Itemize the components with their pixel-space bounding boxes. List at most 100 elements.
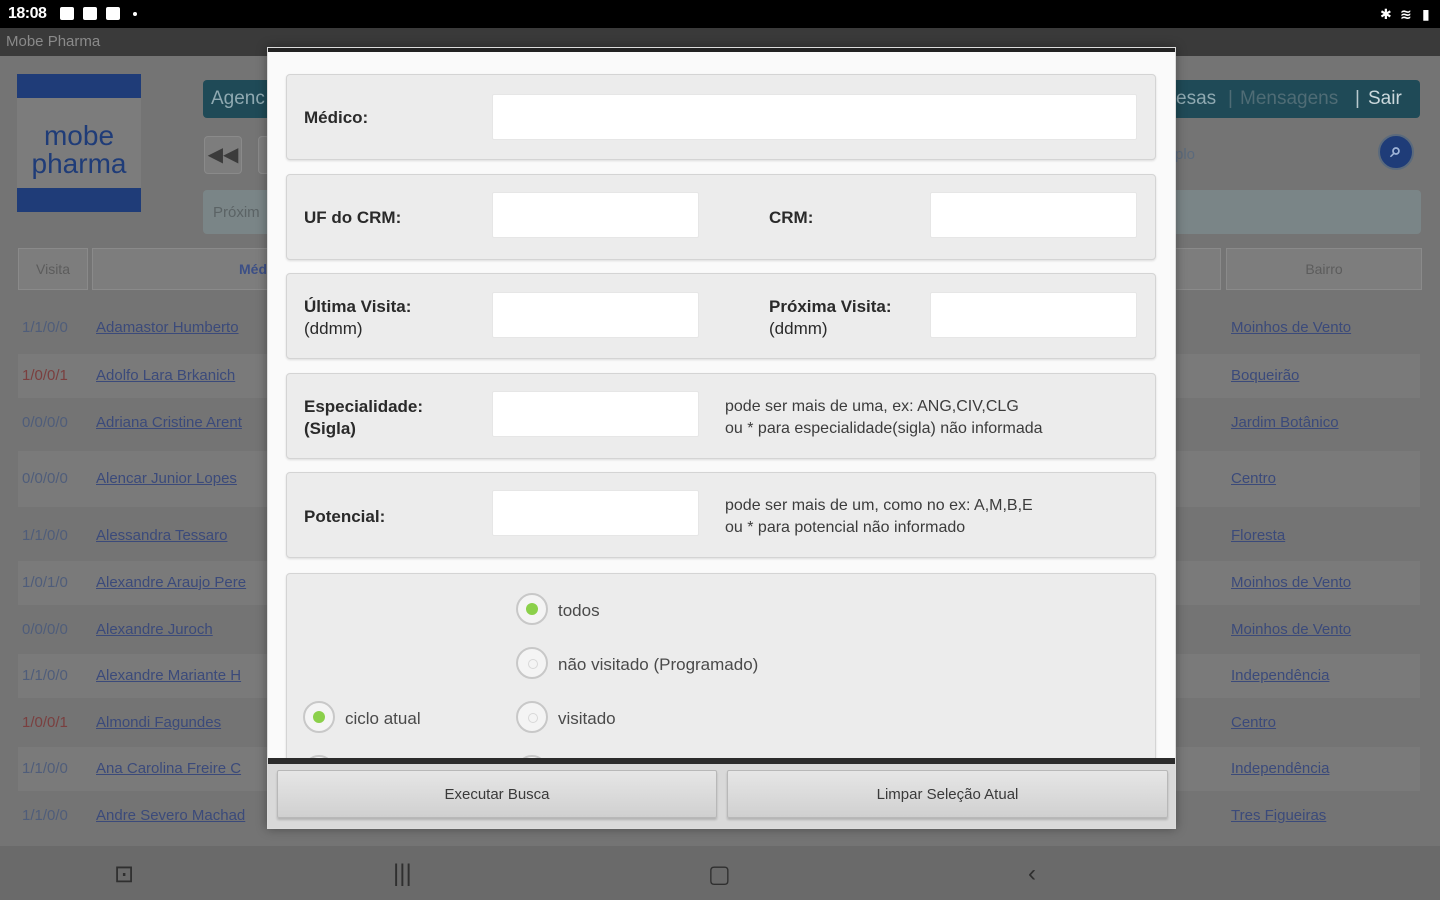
medico-link[interactable]: Alexandre Mariante H <box>96 667 241 684</box>
radio-todos-label: todos <box>558 601 600 620</box>
medico-link[interactable]: Adamastor Humberto <box>96 319 239 336</box>
bluetooth-icon: ✱ <box>1380 6 1392 22</box>
dialog-button-bar: Executar Busca Limpar Seleção Atual <box>268 764 1175 828</box>
visit-code: 1/0/1/0 <box>22 574 68 591</box>
home-icon[interactable]: ▢ <box>708 860 731 889</box>
visit-code: 1/1/0/0 <box>22 760 68 777</box>
search-icon: ⌕ <box>1390 140 1402 162</box>
visit-code: 1/1/0/0 <box>22 319 68 336</box>
visit-code: 0/0/0/0 <box>22 470 68 487</box>
medico-link[interactable]: Alessandra Tessaro <box>96 527 227 544</box>
back-icon[interactable]: ‹ <box>1028 860 1036 888</box>
proxima-visita-input[interactable] <box>930 292 1137 338</box>
rewind-icon: ◀◀ <box>207 144 239 166</box>
search-dialog: Médico: UF do CRM: CRM: Última Visita: (… <box>267 47 1176 829</box>
ultima-visita-label: Última Visita: <box>304 297 412 316</box>
radio-nao-visitado[interactable] <box>516 647 548 679</box>
battery-icon: ▮ <box>1422 6 1430 22</box>
bairro-link[interactable]: Floresta <box>1231 527 1285 544</box>
potencial-input[interactable] <box>492 490 699 536</box>
medico-link[interactable]: Alencar Junior Lopes <box>96 470 237 487</box>
more-notifications-icon <box>133 12 137 16</box>
rewind-button[interactable]: ◀◀ <box>204 136 242 174</box>
dialog-top-edge <box>268 48 1175 52</box>
col-header-bairro[interactable]: Bairro <box>1226 248 1422 290</box>
period-label: plo <box>1175 146 1196 163</box>
search-button[interactable]: ⌕ <box>1378 134 1414 170</box>
especialidade-hint-2: ou * para especialidade(sigla) não infor… <box>725 420 1043 437</box>
bairro-link[interactable]: Moinhos de Vento <box>1231 574 1351 591</box>
visit-code: 1/1/0/0 <box>22 807 68 824</box>
recent-apps-icon[interactable]: ||| <box>393 860 412 888</box>
medico-link[interactable]: Ana Carolina Freire C <box>96 760 241 777</box>
app-logo: mobe pharma <box>17 74 141 212</box>
col-header-visita[interactable]: Visita <box>18 248 88 290</box>
bairro-link[interactable]: Centro <box>1231 470 1276 487</box>
crm-input[interactable] <box>930 192 1137 238</box>
medico-link[interactable]: Alexandre Juroch <box>96 621 213 638</box>
panel-crm: UF do CRM: CRM: <box>286 174 1156 260</box>
system-nav-bar: ⊡ ||| ▢ ‹ <box>0 846 1440 900</box>
proxima-visita-format: (ddmm) <box>769 319 828 338</box>
logo-bar-bottom <box>17 188 141 212</box>
visit-code: 1/0/0/1 <box>22 714 68 731</box>
bairro-link[interactable]: Moinhos de Vento <box>1231 621 1351 638</box>
nav-item-mensagens[interactable]: Mensagens <box>1240 88 1338 110</box>
bairro-link[interactable]: Independência <box>1231 760 1329 777</box>
keyboard-toggle-icon[interactable]: ⊡ <box>114 860 134 889</box>
col-header-medico[interactable]: Méd <box>92 248 272 290</box>
especialidade-hint-1: pode ser mais de uma, ex: ANG,CIV,CLG <box>725 398 1019 415</box>
medico-link[interactable]: Adriana Cristine Arent <box>96 414 242 431</box>
status-bar: 18:08 ✱ ≋ ▮ <box>0 0 1440 28</box>
visit-code: 1/1/0/0 <box>22 667 68 684</box>
panel-visitas: Última Visita: (ddmm) Próxima Visita: (d… <box>286 273 1156 359</box>
nav-right-menu: esas | Mensagens | Sair <box>1168 80 1420 118</box>
proximas-label: Próxim <box>213 204 260 221</box>
nav-item-sair[interactable]: Sair <box>1368 88 1402 110</box>
medico-link[interactable]: Alexandre Araujo Pere <box>96 574 246 591</box>
app-title: Mobe Pharma <box>6 33 101 50</box>
ultima-visita-input[interactable] <box>492 292 699 338</box>
medico-link[interactable]: Almondi Fagundes <box>96 714 221 731</box>
especialidade-sigla-label: (Sigla) <box>304 419 356 438</box>
nav-separator: | <box>1355 88 1360 109</box>
crm-label: CRM: <box>769 208 814 227</box>
message-icon <box>83 7 97 20</box>
panel-potencial: Potencial: pode ser mais de um, como no … <box>286 472 1156 558</box>
medico-label: Médico: <box>304 108 369 127</box>
photo-icon <box>106 7 120 20</box>
uf-crm-input[interactable] <box>492 192 699 238</box>
col-header-blank <box>1175 248 1221 290</box>
especialidade-label: Especialidade: <box>304 397 424 416</box>
notification-icon <box>60 7 74 20</box>
medico-link[interactable]: Andre Severo Machad <box>96 807 245 824</box>
logo-text-line2: pharma <box>31 148 127 179</box>
logo-text-line1: mobe <box>43 120 115 151</box>
potencial-hint-2: ou * para potencial não informado <box>725 519 966 536</box>
panel-especialidade: Especialidade: (Sigla) pode ser mais de … <box>286 373 1156 459</box>
potencial-label: Potencial: <box>304 507 386 526</box>
status-time: 18:08 <box>8 5 47 22</box>
limpar-selecao-button[interactable]: Limpar Seleção Atual <box>727 770 1168 818</box>
bairro-link[interactable]: Jardim Botânico <box>1231 414 1339 431</box>
radio-todos[interactable] <box>516 593 548 625</box>
radio-visitado[interactable] <box>516 701 548 733</box>
bairro-link[interactable]: Independência <box>1231 667 1329 684</box>
bairro-link[interactable]: Tres Figueiras <box>1231 807 1326 824</box>
nav-agenda-tab[interactable]: Agenc <box>203 80 273 118</box>
visit-code: 0/0/0/0 <box>22 621 68 638</box>
bairro-link[interactable]: Moinhos de Vento <box>1231 319 1351 336</box>
radio-ciclo-atual[interactable] <box>303 701 335 733</box>
logo-bar-top <box>17 74 141 98</box>
panel-filtros: todos não visitado (Programado) ciclo at… <box>286 573 1156 787</box>
bairro-link[interactable]: Boqueirão <box>1231 367 1299 384</box>
medico-input[interactable] <box>492 94 1137 140</box>
executar-busca-button[interactable]: Executar Busca <box>277 770 717 818</box>
nav-item-empresas[interactable]: esas <box>1176 88 1216 110</box>
bairro-link[interactable]: Centro <box>1231 714 1276 731</box>
wifi-icon: ≋ <box>1400 6 1412 22</box>
especialidade-input[interactable] <box>492 391 699 437</box>
visit-code: 0/0/0/0 <box>22 414 68 431</box>
uf-crm-label: UF do CRM: <box>304 208 402 227</box>
medico-link[interactable]: Adolfo Lara Brkanich <box>96 367 235 384</box>
